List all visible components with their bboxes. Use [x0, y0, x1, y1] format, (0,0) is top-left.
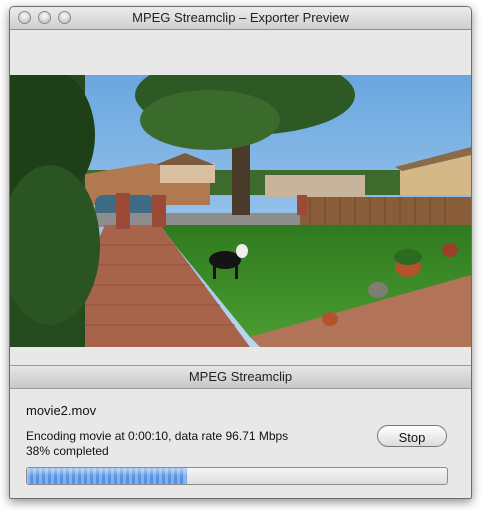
percent-completed-text: 38% completed	[26, 444, 109, 458]
file-name-label: movie2.mov	[26, 403, 97, 418]
progress-sheet: movie2.mov Encoding movie at 0:00:10, da…	[10, 389, 471, 498]
encoding-status-text: Encoding movie at 0:00:10, data rate 96.…	[26, 429, 289, 443]
progress-bar-fill	[27, 468, 187, 484]
exporter-preview-window: MPEG Streamclip – Exporter Preview MPEG …	[9, 6, 472, 499]
progress-sheet-title: MPEG Streamclip	[10, 365, 471, 389]
window-title: MPEG Streamclip – Exporter Preview	[132, 10, 349, 25]
title-bar[interactable]: MPEG Streamclip – Exporter Preview	[10, 7, 471, 30]
stop-button[interactable]: Stop	[377, 425, 447, 447]
progress-bar	[26, 467, 448, 485]
video-preview-frame	[10, 75, 471, 347]
video-frame-image	[10, 75, 471, 347]
preview-top-margin	[10, 30, 471, 75]
